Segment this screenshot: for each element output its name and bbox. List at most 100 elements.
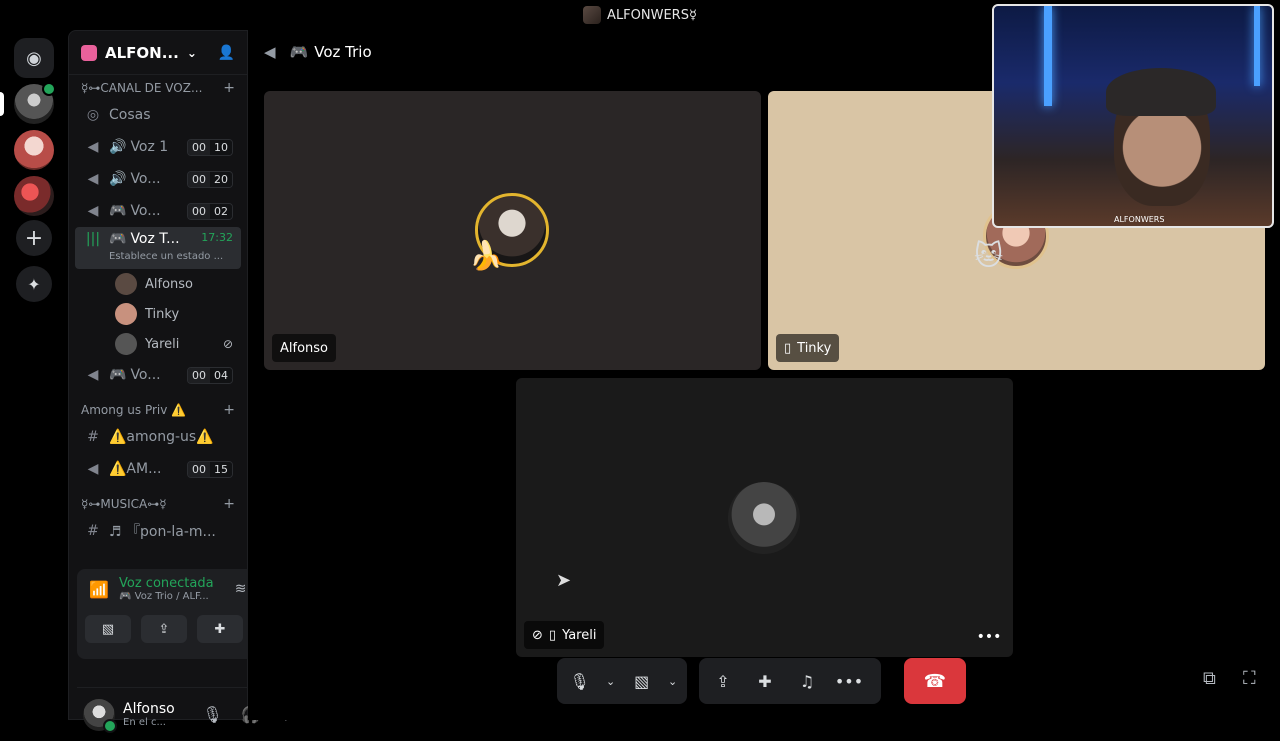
channel-emoji: 🎮: [289, 43, 309, 61]
banana-decoration-icon: 🍌: [469, 239, 504, 272]
hash-icon: #: [87, 429, 99, 445]
speaker-icon: ◀: [87, 171, 99, 187]
camera-tag: ALFONWERS: [1114, 215, 1165, 224]
mouse-cursor-icon: ➤: [556, 570, 572, 591]
channel-cosas[interactable]: ◎ Cosas: [75, 99, 241, 131]
fullscreen-icon[interactable]: ⛶: [1243, 668, 1256, 689]
channel-voz1[interactable]: ◀ 🔊 Voz 1 00 10: [75, 131, 241, 163]
participant-tile-yareli[interactable]: ⊘ ▯ Yareli •••: [516, 378, 1013, 657]
add-channel-icon[interactable]: +: [223, 496, 235, 512]
category-label: ☿⊶MUSICA⊶☿: [81, 497, 167, 511]
channel-among-us-voice[interactable]: ◀ ⚠️AM... 00 15: [75, 453, 241, 485]
category-musica[interactable]: ☿⊶MUSICA⊶☿ +: [69, 493, 247, 515]
channel-among-us-text[interactable]: # ⚠️among-us⚠️: [75, 421, 241, 453]
active-server-pill: [0, 92, 4, 116]
server-icon-3[interactable]: [14, 176, 54, 216]
discover-icon[interactable]: ✦: [16, 266, 52, 302]
channel-emoji: 🎮: [109, 367, 127, 383]
channel-voz-trio[interactable]: ||| 🎮 Voz T... 17:32 Establece un estado…: [75, 227, 241, 269]
voice-user-yareli[interactable]: Yareli ⊘: [75, 329, 241, 359]
microphone-icon[interactable]: 🎙: [202, 705, 222, 724]
speaker-icon: ◀: [87, 203, 99, 219]
noise-suppression-icon[interactable]: ≋: [235, 581, 247, 597]
category-voice[interactable]: ☿⊶CANAL DE VOZ... +: [69, 77, 247, 99]
neon-light: [1044, 6, 1052, 106]
channel-label: ♬ 『pon-la-m...: [109, 524, 216, 540]
user-limit-badge: 00 10: [187, 138, 233, 156]
channel-label: Voz T...: [130, 231, 180, 247]
screen-share-button[interactable]: ⇪: [141, 615, 187, 643]
participant-name-label: ⊘ ▯ Yareli: [524, 621, 605, 649]
channel-vo-4[interactable]: ◀ 🎮 Vo... 00 04: [75, 359, 241, 391]
hang-up-button[interactable]: ☎: [904, 658, 966, 704]
add-channel-icon[interactable]: +: [223, 402, 235, 418]
server-icon-alfonwers[interactable]: [14, 82, 56, 124]
channel-label: Cosas: [109, 107, 151, 123]
chevron-down-icon[interactable]: ⌄: [664, 663, 681, 699]
voice-user-tinky[interactable]: Tinky: [75, 299, 241, 329]
camera-preview[interactable]: ALFONWERS: [992, 4, 1274, 228]
speaker-icon: ◀: [87, 139, 99, 155]
audio-video-group: 🎙 ⌄ ▧ ⌄: [557, 658, 687, 704]
add-server-icon[interactable]: +: [16, 220, 52, 256]
discord-home-icon[interactable]: ◉: [14, 38, 54, 78]
server-header-icon: [81, 44, 97, 61]
username: Alfonso: [123, 701, 175, 717]
channel-vo-2[interactable]: ◀ 🔊 Vo... 00 20: [75, 163, 241, 195]
camera-off-icon[interactable]: ▧: [625, 663, 658, 699]
add-channel-icon[interactable]: +: [223, 80, 235, 96]
chevron-down-icon[interactable]: ⌄: [602, 663, 619, 699]
microphone-icon[interactable]: 🎙: [563, 663, 596, 699]
invite-icon[interactable]: 👤: [218, 45, 235, 61]
server-icon-2[interactable]: [14, 130, 54, 170]
channel-pon-la-musica[interactable]: # ♬ 『pon-la-m...: [75, 515, 241, 547]
soundboard-icon[interactable]: ♫: [789, 663, 825, 699]
server-name: ALFON...: [105, 43, 179, 62]
participant-name-label: Alfonso: [272, 334, 337, 362]
voice-activity-icon: |||: [85, 231, 101, 247]
channel-emoji: 🎮: [109, 231, 127, 247]
category-among-us[interactable]: Among us Priv ⚠️ +: [69, 399, 247, 421]
more-options-button[interactable]: •••: [975, 625, 1003, 649]
avatar: [115, 333, 137, 355]
signal-icon[interactable]: 📶: [85, 575, 113, 603]
channel-emoji: 🔊: [109, 171, 127, 187]
muted-mic-icon: ⊘: [532, 627, 543, 643]
mobile-icon: ▯: [784, 340, 792, 356]
more-icon[interactable]: •••: [831, 663, 867, 699]
channel-emoji: 🔊: [109, 139, 127, 155]
voice-channel-path[interactable]: 🎮 Voz Trio / ALF...: [119, 591, 214, 602]
set-status-link[interactable]: Establece un estado ...: [109, 251, 223, 262]
category-label: ☿⊶CANAL DE VOZ...: [81, 81, 203, 95]
channel-label: Vo...: [130, 367, 161, 383]
channel-label: Vo...: [130, 203, 161, 219]
webcam-cap: [1106, 68, 1216, 116]
avatar: [728, 482, 800, 554]
speaker-icon: ◀: [87, 367, 99, 383]
user-name: Tinky: [145, 306, 180, 322]
speaker-icon: ◀: [264, 43, 276, 61]
user-limit-badge: 00 20: [187, 170, 233, 188]
participant-tile-alfonso[interactable]: 🍌 Alfonso: [264, 91, 761, 370]
server-list: ◉ + ✦: [0, 30, 68, 720]
channel-label: Vo...: [130, 171, 161, 187]
server-header[interactable]: ALFON... ⌄ 👤: [69, 31, 247, 75]
speaker-icon: ◀: [87, 461, 99, 477]
share-activities-group: ⇪ ✚ ♫ •••: [699, 658, 881, 704]
avatar[interactable]: [83, 698, 117, 733]
voice-status[interactable]: Voz conectada: [119, 576, 214, 591]
activities-button[interactable]: ✚: [197, 615, 243, 643]
user-status: En el c...: [123, 717, 166, 728]
channel-vo-3[interactable]: ◀ 🎮 Vo... 00 02: [75, 195, 241, 227]
participant-name-label: ▯ Tinky: [776, 334, 840, 362]
activities-icon[interactable]: ✚: [747, 663, 783, 699]
avatar: [115, 303, 137, 325]
channel-label: ⚠️AM...: [109, 461, 162, 477]
screen-share-icon[interactable]: ⇪: [705, 663, 741, 699]
user-name: Yareli: [145, 336, 180, 352]
voice-user-alfonso[interactable]: Alfonso: [75, 269, 241, 299]
camera-off-button[interactable]: ▧: [85, 615, 131, 643]
pop-out-icon[interactable]: ⧉: [1203, 668, 1216, 689]
channel-title: Voz Trio: [314, 43, 372, 61]
user-limit-badge: 00 02: [187, 202, 233, 220]
